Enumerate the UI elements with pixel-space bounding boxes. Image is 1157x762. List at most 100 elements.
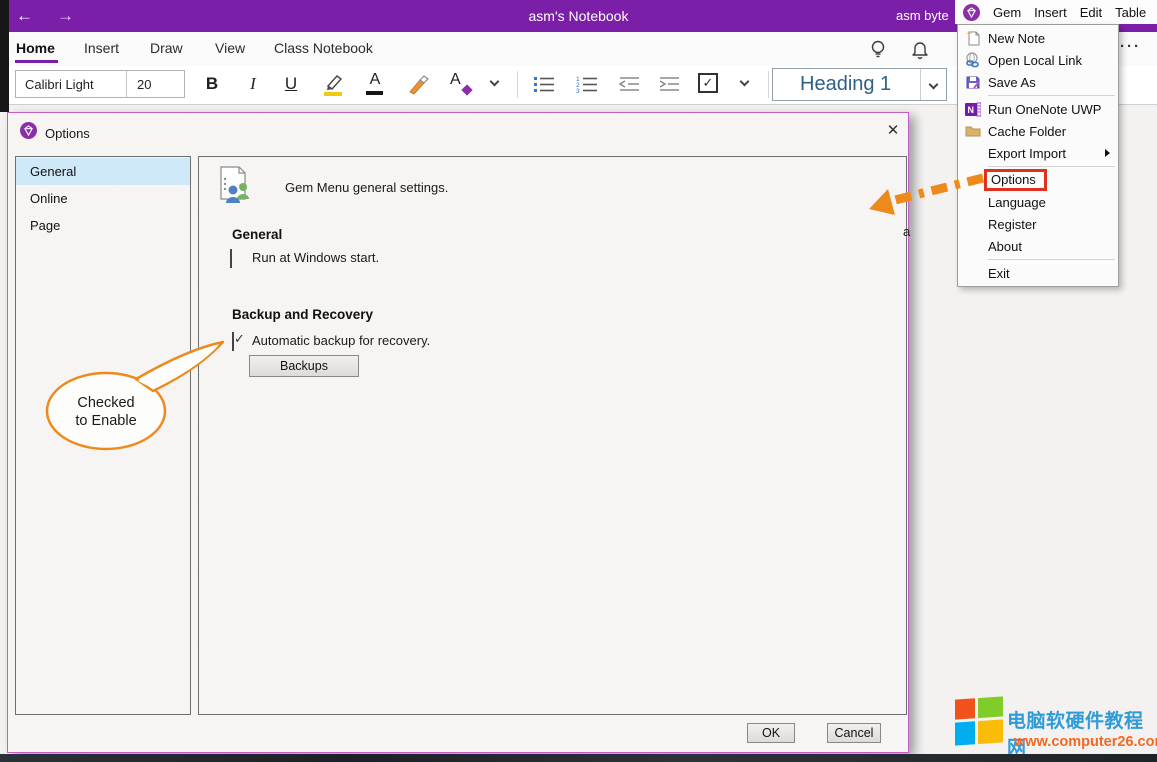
submenu-arrow-icon bbox=[1105, 149, 1110, 157]
bullet-list-icon[interactable] bbox=[531, 74, 557, 94]
font-styles-icon[interactable]: A bbox=[446, 71, 474, 97]
nav-item-general[interactable]: General bbox=[16, 158, 190, 185]
menu-item-label: New Note bbox=[988, 31, 1045, 46]
run-at-start-label: Run at Windows start. bbox=[252, 250, 379, 265]
font-color-icon[interactable]: A bbox=[362, 71, 388, 97]
lightbulb-icon[interactable] bbox=[866, 37, 890, 61]
indent-icon[interactable] bbox=[656, 74, 682, 94]
tab-draw[interactable]: Draw bbox=[150, 40, 183, 56]
auto-backup-label: Automatic backup for recovery. bbox=[252, 333, 430, 348]
annotation-arrow bbox=[855, 165, 1000, 220]
menu-item-save-as[interactable]: Save As bbox=[958, 71, 1118, 93]
gem-icon bbox=[20, 122, 37, 139]
underline-button[interactable]: U bbox=[278, 71, 304, 97]
tab-insert[interactable]: Insert bbox=[84, 40, 119, 56]
styles-diamond bbox=[461, 84, 472, 95]
outdent-icon[interactable] bbox=[616, 74, 642, 94]
italic-button[interactable]: I bbox=[240, 71, 266, 97]
todo-checkbox-icon[interactable]: ✓ bbox=[698, 73, 718, 93]
site-watermark: 电脑软硬件教程网 www.computer26.com bbox=[950, 686, 1155, 754]
tab-class-notebook[interactable]: Class Notebook bbox=[274, 40, 373, 56]
backup-section-header: Backup and Recovery bbox=[232, 307, 373, 322]
flag-pane-red bbox=[955, 698, 975, 719]
windows-flag-logo bbox=[955, 696, 1003, 745]
callout-text-line2: to Enable bbox=[75, 413, 136, 429]
nav-item-page[interactable]: Page bbox=[16, 212, 190, 239]
gem-settings-icon bbox=[217, 165, 257, 212]
menubar-item-insert[interactable]: Insert bbox=[1034, 5, 1067, 20]
tab-view[interactable]: View bbox=[215, 40, 245, 56]
menu-item-new-note[interactable]: ✦ New Note bbox=[958, 27, 1118, 49]
font-styles-letter: A bbox=[450, 71, 461, 88]
menu-item-label: Run OneNote UWP bbox=[988, 102, 1101, 117]
menu-item-label: About bbox=[988, 239, 1022, 254]
format-painter-icon[interactable] bbox=[404, 72, 432, 98]
close-icon[interactable]: ✕ bbox=[882, 120, 904, 142]
menu-item-exit[interactable]: Exit bbox=[958, 262, 1118, 284]
dialog-title: Options bbox=[45, 126, 90, 141]
style-selected-value[interactable]: Heading 1 bbox=[773, 69, 920, 100]
nav-item-online[interactable]: Online bbox=[16, 185, 190, 212]
svg-text:N: N bbox=[968, 105, 975, 115]
gem-dropdown-menu: ✦ New Note Open Local Link Save As N Run… bbox=[957, 24, 1119, 287]
menu-item-open-local-link[interactable]: Open Local Link bbox=[958, 49, 1118, 71]
menu-item-export-import[interactable]: Export Import bbox=[958, 142, 1118, 164]
svg-text:✦: ✦ bbox=[966, 30, 972, 38]
menu-item-label: Export Import bbox=[988, 146, 1066, 161]
svg-text:3: 3 bbox=[576, 88, 580, 94]
menu-separator bbox=[988, 259, 1115, 260]
style-chevron-icon[interactable] bbox=[920, 69, 946, 100]
font-color-bar bbox=[366, 91, 383, 95]
divider bbox=[517, 71, 518, 98]
onenote-icon: N bbox=[958, 102, 988, 117]
left-edge-panel bbox=[0, 0, 9, 112]
tab-home[interactable]: Home bbox=[16, 40, 55, 56]
menu-item-label: Exit bbox=[988, 266, 1010, 281]
font-name-value[interactable]: Calibri Light bbox=[16, 77, 126, 92]
font-color-letter: A bbox=[370, 71, 381, 88]
menubar-item-table[interactable]: Table bbox=[1115, 5, 1146, 20]
settings-description: Gem Menu general settings. bbox=[285, 180, 448, 195]
run-at-start-checkbox[interactable] bbox=[230, 249, 232, 268]
menu-separator bbox=[988, 166, 1115, 167]
bold-button[interactable]: B bbox=[199, 71, 225, 97]
callout-text-line1: Checked bbox=[77, 395, 134, 411]
menubar-item-edit[interactable]: Edit bbox=[1080, 5, 1102, 20]
active-tab-underline bbox=[15, 60, 58, 63]
new-note-icon: ✦ bbox=[958, 30, 988, 46]
tags-chevron-icon[interactable] bbox=[740, 77, 750, 87]
menu-item-label: Save As bbox=[988, 75, 1036, 90]
dialog-main-panel: Gem Menu general settings. General Run a… bbox=[198, 156, 907, 715]
more-options-icon[interactable]: ··· bbox=[1120, 38, 1141, 55]
gem-icon bbox=[963, 4, 980, 21]
font-more-chevron-icon[interactable] bbox=[490, 77, 500, 87]
flag-pane-blue bbox=[955, 721, 975, 745]
flag-pane-yellow bbox=[978, 719, 1003, 744]
gem-menubar: Gem Insert Edit Table Draw bbox=[955, 0, 1157, 24]
watermark-url: www.computer26.com bbox=[1014, 734, 1157, 750]
background-page-text: a bbox=[903, 224, 910, 239]
menu-item-run-onenote-uwp[interactable]: N Run OneNote UWP bbox=[958, 98, 1118, 120]
callout-bubble: Checked to Enable bbox=[40, 325, 240, 455]
bottom-page-strip bbox=[0, 754, 1157, 762]
folder-icon bbox=[958, 124, 988, 138]
menu-item-about[interactable]: About bbox=[958, 235, 1118, 257]
menu-item-label: Open Local Link bbox=[988, 53, 1082, 68]
numbered-list-icon[interactable]: 123 bbox=[574, 74, 600, 94]
ok-button[interactable]: OK bbox=[747, 723, 795, 743]
link-icon bbox=[958, 52, 988, 68]
user-name: asm byte bbox=[896, 8, 949, 23]
flag-pane-green bbox=[978, 696, 1003, 718]
save-icon bbox=[958, 75, 988, 90]
bell-icon[interactable] bbox=[908, 37, 932, 61]
highlighter-icon[interactable] bbox=[319, 72, 347, 98]
font-size-value[interactable]: 20 bbox=[126, 71, 184, 97]
menu-item-cache-folder[interactable]: Cache Folder bbox=[958, 120, 1118, 142]
divider bbox=[768, 71, 769, 98]
font-selector[interactable]: Calibri Light 20 bbox=[15, 70, 185, 98]
cancel-button[interactable]: Cancel bbox=[827, 723, 881, 743]
style-selector[interactable]: Heading 1 bbox=[772, 68, 947, 101]
general-section-header: General bbox=[232, 227, 282, 242]
menubar-item-gem[interactable]: Gem bbox=[993, 5, 1021, 20]
backups-button[interactable]: Backups bbox=[249, 355, 359, 377]
